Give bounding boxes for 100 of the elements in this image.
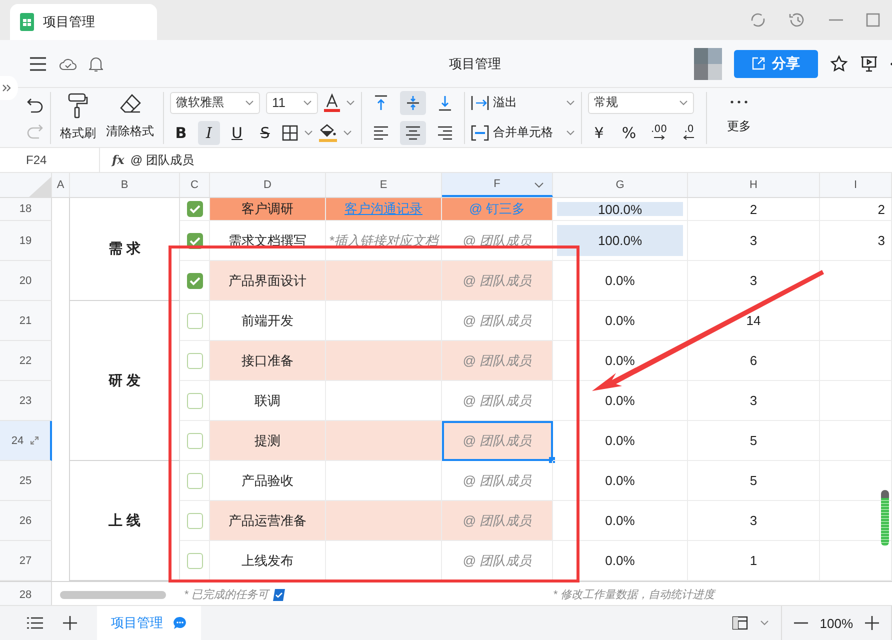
underline-button[interactable]: U — [226, 120, 248, 144]
comment-icon[interactable] — [173, 616, 187, 630]
table-cell: 客户调研 — [210, 198, 326, 221]
row-header[interactable]: 20 — [0, 261, 52, 301]
cloud-check-icon[interactable] — [59, 56, 77, 70]
row-header[interactable]: 22 — [0, 341, 52, 381]
column-header[interactable]: F — [442, 173, 553, 197]
row-header[interactable]: 23 — [0, 381, 52, 421]
overflow-icon — [471, 94, 489, 110]
sheet-list-icon[interactable] — [27, 617, 43, 629]
caret-icon[interactable] — [534, 182, 544, 188]
clear-format-button[interactable]: 清除格式 — [103, 93, 157, 142]
number-format-dropdown[interactable]: 常规 — [588, 92, 694, 114]
row-header[interactable]: 28 — [0, 582, 52, 605]
table-cell: 3 — [688, 221, 820, 261]
sync-icon[interactable] — [750, 12, 766, 28]
table-cell: 5 — [688, 461, 820, 501]
caret-icon[interactable] — [760, 620, 769, 626]
table-cell: 上 线 — [70, 461, 180, 581]
bold-button[interactable]: B — [170, 120, 192, 144]
table-cell: 0.0% — [553, 501, 688, 541]
column-header[interactable]: B — [70, 173, 180, 197]
checkbox[interactable] — [186, 312, 202, 328]
remove-decimal-button[interactable]: .0 — [678, 120, 700, 144]
row-header[interactable]: 21 — [0, 301, 52, 341]
document-title: 项目管理 — [449, 55, 501, 73]
bell-icon[interactable] — [89, 56, 103, 72]
row-header[interactable]: 26 — [0, 501, 52, 541]
checkbox[interactable] — [186, 472, 202, 488]
font-size-dropdown[interactable]: 11 — [266, 92, 318, 114]
align-left-icon — [373, 126, 389, 140]
strike-button[interactable]: S — [254, 120, 276, 144]
align-center-button[interactable] — [400, 120, 426, 144]
checkbox[interactable] — [186, 272, 202, 288]
checkbox[interactable] — [186, 512, 202, 528]
row-number: 23 — [19, 394, 32, 406]
formula-field[interactable]: @ 团队成员 — [130, 152, 194, 168]
table-cell: 0.0% — [553, 541, 688, 581]
caret-icon[interactable] — [304, 130, 313, 136]
column-header[interactable]: I — [820, 173, 892, 197]
borders-icon[interactable] — [282, 124, 298, 140]
table-cell: 2 — [820, 198, 892, 221]
row-number: 25 — [19, 474, 32, 486]
percent-button[interactable]: % — [618, 120, 640, 144]
cell-reference[interactable]: F24 — [0, 148, 100, 172]
note-text: * 修改工作量数据，自动统计进度 — [553, 588, 714, 602]
table-cell: 0.0% — [553, 301, 688, 341]
add-decimal-button[interactable]: .00 — [648, 120, 670, 144]
row-header[interactable]: 24 — [0, 421, 52, 461]
star-icon[interactable] — [830, 54, 848, 72]
checkbox[interactable] — [186, 552, 202, 568]
function-label: fx — [112, 153, 124, 167]
row-header[interactable]: 25 — [0, 461, 52, 501]
checkbox[interactable] — [186, 201, 202, 217]
expand-icon[interactable] — [30, 436, 39, 445]
italic-button[interactable]: I — [198, 120, 220, 144]
overflow-dropdown[interactable]: 溢出 — [471, 90, 575, 114]
font-dropdown[interactable]: 微软雅黑 — [170, 92, 260, 114]
sheet-tab[interactable]: 项目管理 — [97, 606, 201, 640]
column-header[interactable]: H — [688, 173, 820, 197]
currency-button[interactable]: ¥ — [588, 120, 610, 144]
menu-icon[interactable] — [29, 56, 47, 70]
share-button[interactable]: 分享 — [734, 50, 818, 78]
caret-icon — [566, 100, 575, 106]
arrow-left-icon — [683, 135, 695, 140]
table-cell: 3 — [688, 381, 820, 421]
presentation-icon[interactable] — [860, 54, 878, 72]
add-sheet-icon[interactable] — [63, 616, 77, 630]
caret-icon[interactable] — [343, 130, 352, 136]
scrollbar-thumb[interactable] — [60, 590, 166, 598]
checkbox[interactable] — [186, 392, 202, 408]
zoom-level: 100% — [820, 616, 853, 630]
column-header[interactable]: D — [210, 173, 326, 197]
expand-icon[interactable] — [0, 76, 18, 100]
checkbox[interactable] — [186, 352, 202, 368]
align-top-icon — [374, 94, 388, 110]
checkbox[interactable] — [186, 432, 202, 448]
merge-cells-icon — [471, 124, 489, 140]
row-header[interactable]: 19 — [0, 221, 52, 261]
history-icon[interactable] — [788, 12, 806, 28]
column-header[interactable]: G — [553, 173, 688, 197]
table-cell[interactable]: @ 团队成员 — [442, 541, 553, 581]
merge-cells-dropdown[interactable]: 合并单元格 — [471, 120, 575, 144]
more-button[interactable]: 更多 — [713, 100, 765, 135]
avatar-icon[interactable] — [694, 46, 722, 82]
caret-icon[interactable] — [346, 100, 355, 106]
layout-icon[interactable] — [732, 616, 748, 630]
fill-color-icon[interactable] — [319, 122, 337, 142]
zoom-in-icon[interactable] — [865, 616, 879, 630]
column-header[interactable]: C — [180, 173, 210, 197]
document-tab[interactable]: 项目管理 — [10, 4, 157, 40]
row-header[interactable]: 18 — [0, 198, 52, 221]
column-header[interactable]: A — [52, 173, 70, 197]
scrollbar-thumb[interactable] — [881, 490, 889, 546]
row-header[interactable]: 27 — [0, 541, 52, 581]
maximize-icon[interactable] — [866, 13, 880, 27]
format-painter-button[interactable]: 格式刷 — [57, 93, 99, 142]
undo-icon[interactable] — [26, 96, 44, 112]
align-middle-button[interactable] — [400, 90, 426, 114]
font-color-icon[interactable] — [324, 92, 340, 112]
